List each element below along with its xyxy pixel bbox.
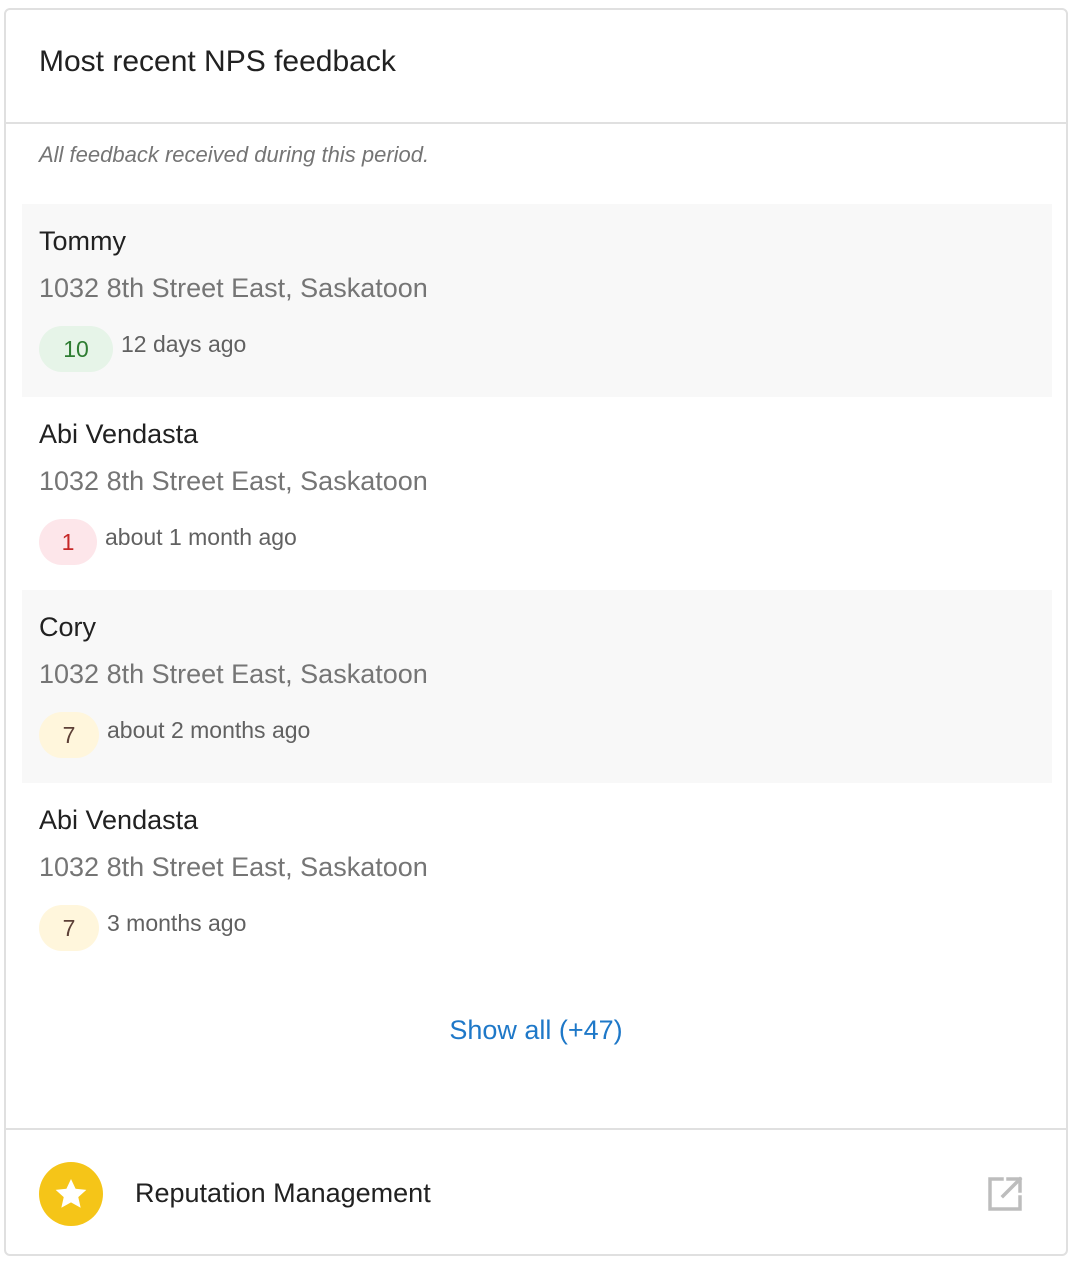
show-all-container: Show all (+47) (6, 1015, 1066, 1046)
feedback-time: about 2 months ago (107, 716, 311, 743)
location-address: 1032 8th Street East, Saskatoon (39, 852, 428, 882)
nps-score-badge: 1 (39, 519, 97, 565)
star-icon (39, 1162, 103, 1226)
product-name: Reputation Management (135, 1178, 431, 1208)
reviewer-name: Tommy (39, 226, 126, 256)
card-footer: Reputation Management (6, 1128, 1066, 1254)
feedback-time: about 1 month ago (105, 523, 297, 550)
reviewer-name: Cory (39, 612, 97, 642)
nps-score-badge: 7 (39, 712, 99, 758)
feedback-item[interactable]: Tommy 1032 8th Street East, Saskatoon 10… (22, 204, 1052, 397)
feedback-list: Tommy 1032 8th Street East, Saskatoon 10… (22, 204, 1052, 976)
feedback-meta: 7 about 2 months ago (39, 706, 1052, 758)
open-in-new-icon[interactable] (985, 1174, 1025, 1214)
nps-score-badge: 10 (39, 326, 113, 372)
feedback-item[interactable]: Abi Vendasta 1032 8th Street East, Saska… (22, 397, 1052, 590)
card-title: Most recent NPS feedback (39, 45, 396, 78)
feedback-meta: 1 about 1 month ago (39, 513, 1052, 565)
feedback-meta: 7 3 months ago (39, 899, 1052, 951)
feedback-time: 12 days ago (121, 330, 247, 357)
feedback-meta: 10 12 days ago (39, 320, 1052, 372)
feedback-item[interactable]: Cory 1032 8th Street East, Saskatoon 7 a… (22, 590, 1052, 783)
nps-score-badge: 7 (39, 905, 99, 951)
reviewer-name: Abi Vendasta (39, 805, 199, 835)
location-address: 1032 8th Street East, Saskatoon (39, 466, 428, 496)
nps-feedback-card: Most recent NPS feedback All feedback re… (4, 8, 1068, 1256)
location-address: 1032 8th Street East, Saskatoon (39, 659, 428, 689)
card-subtitle: All feedback received during this period… (39, 142, 430, 167)
feedback-item[interactable]: Abi Vendasta 1032 8th Street East, Saska… (22, 783, 1052, 976)
location-address: 1032 8th Street East, Saskatoon (39, 273, 428, 303)
card-header: Most recent NPS feedback (6, 10, 1066, 124)
feedback-time: 3 months ago (107, 909, 247, 936)
show-all-link[interactable]: Show all (+47) (449, 1015, 622, 1045)
reviewer-name: Abi Vendasta (39, 419, 199, 449)
